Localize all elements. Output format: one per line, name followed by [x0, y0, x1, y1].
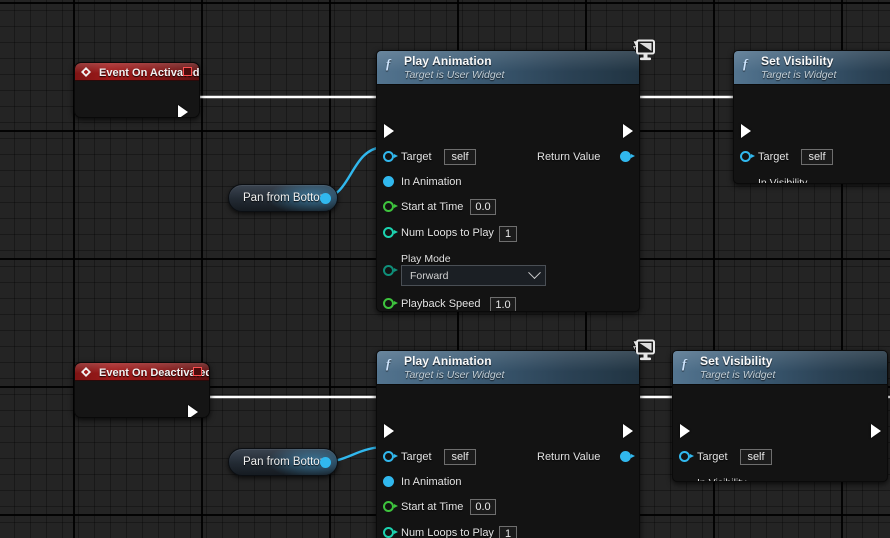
start-at-time-value-field[interactable]: 0.0	[470, 199, 496, 215]
function-node-subtitle: Target is Widget	[761, 69, 837, 81]
num-loops-to-play-pin[interactable]	[383, 227, 398, 238]
function-node-header: f Set Visibility Target is Widget	[673, 351, 887, 385]
target-pin-label: Target	[401, 151, 432, 163]
variable-node-label: Pan from Bottom	[243, 192, 330, 204]
exec-out-pin[interactable]	[178, 105, 188, 117]
target-pin-label: Target	[758, 151, 789, 163]
node-play-animation-bottom[interactable]: f Play Animation Target is User Widget T…	[376, 350, 640, 538]
target-pin[interactable]	[740, 151, 755, 162]
function-f-icon: f	[386, 56, 391, 71]
event-node-header: Event On Deactivated	[75, 363, 209, 381]
node-event-on-deactivated[interactable]: Event On Deactivated	[74, 362, 210, 418]
delegate-badge-icon[interactable]	[183, 67, 192, 76]
return-value-pin[interactable]	[620, 151, 635, 162]
function-node-subtitle: Target is Widget	[700, 369, 776, 381]
num-loops-to-play-value-field[interactable]: 1	[499, 526, 517, 538]
playback-speed-value-field[interactable]: 1.0	[490, 297, 516, 311]
function-node-title: Play Animation	[404, 354, 492, 368]
function-f-icon: f	[386, 356, 391, 371]
target-pin-label: Target	[697, 451, 728, 463]
node-pan-from-bottom-bottom[interactable]: Pan from Bottom	[228, 448, 338, 476]
chevron-down-icon	[528, 266, 541, 280]
event-node-body	[75, 81, 199, 117]
exec-in-pin[interactable]	[384, 424, 394, 438]
event-diamond-icon	[81, 67, 91, 77]
return-value-pin[interactable]	[620, 451, 635, 462]
num-loops-to-play-pin-label: Num Loops to Play	[401, 527, 494, 538]
exec-out-pin[interactable]	[623, 124, 633, 138]
event-diamond-icon	[81, 367, 91, 377]
play-mode-pin[interactable]	[383, 265, 398, 276]
in-visibility-label: In Visibility	[758, 177, 808, 184]
delegate-badge-icon[interactable]	[193, 367, 202, 376]
target-value-field[interactable]: self	[801, 149, 833, 165]
function-f-icon: f	[682, 356, 687, 371]
function-node-body: Target self Return Value In Animation St…	[377, 85, 639, 311]
target-value-field[interactable]: self	[444, 449, 476, 465]
in-animation-pin[interactable]	[383, 476, 394, 487]
target-value-field[interactable]: self	[444, 149, 476, 165]
exec-in-pin[interactable]	[680, 424, 690, 438]
function-node-title: Set Visibility	[761, 54, 834, 68]
exec-in-pin[interactable]	[384, 124, 394, 138]
node-play-animation-top[interactable]: f Play Animation Target is User Widget T…	[376, 50, 640, 312]
start-at-time-pin-label: Start at Time	[401, 501, 464, 513]
exec-out-pin[interactable]	[188, 405, 198, 417]
in-animation-pin-label: In Animation	[401, 176, 462, 188]
node-set-visibility-bottom[interactable]: f Set Visibility Target is Widget Target…	[672, 350, 888, 482]
target-pin-label: Target	[401, 451, 432, 463]
variable-output-pin[interactable]	[320, 457, 331, 468]
function-node-body: Target self In Visibility Not Hit-Testab…	[673, 385, 887, 481]
target-pin[interactable]	[383, 451, 398, 462]
num-loops-to-play-pin[interactable]	[383, 527, 398, 538]
client-monitor-icon	[631, 39, 655, 61]
play-mode-dropdown-value: Forward	[410, 269, 449, 282]
return-value-pin-label: Return Value	[537, 451, 601, 463]
start-at-time-pin[interactable]	[383, 201, 398, 212]
blueprint-graph-canvas[interactable]: Event On Activated Event On Deactivated …	[0, 0, 890, 538]
function-node-subtitle: Target is User Widget	[404, 69, 505, 81]
function-node-title: Play Animation	[404, 54, 492, 68]
in-visibility-label: In Visibility	[697, 477, 746, 481]
function-node-header: f Set Visibility Target is Widget	[734, 51, 890, 85]
target-pin[interactable]	[679, 451, 694, 462]
variable-node-label: Pan from Bottom	[243, 456, 330, 468]
function-node-body: Target self In Visibility Visible	[734, 85, 890, 184]
start-at-time-pin[interactable]	[383, 501, 398, 512]
start-at-time-pin-label: Start at Time	[401, 201, 464, 213]
client-monitor-icon	[631, 339, 655, 361]
return-value-pin-label: Return Value	[537, 151, 601, 163]
playback-speed-pin-label: Playback Speed	[401, 298, 481, 310]
play-mode-dropdown[interactable]: Forward	[401, 265, 546, 286]
target-value-field[interactable]: self	[740, 449, 772, 465]
event-node-header: Event On Activated	[75, 63, 199, 81]
event-node-body	[75, 381, 209, 417]
function-node-header: f Play Animation Target is User Widget	[377, 51, 639, 85]
num-loops-to-play-pin-label: Num Loops to Play	[401, 227, 494, 239]
exec-out-pin[interactable]	[623, 424, 633, 438]
node-pan-from-bottom-top[interactable]: Pan from Bottom	[228, 184, 338, 212]
variable-output-pin[interactable]	[320, 193, 331, 204]
start-at-time-value-field[interactable]: 0.0	[470, 499, 496, 515]
exec-in-pin[interactable]	[741, 124, 751, 138]
function-node-subtitle: Target is User Widget	[404, 369, 505, 381]
target-pin[interactable]	[383, 151, 398, 162]
node-set-visibility-top[interactable]: f Set Visibility Target is Widget Target…	[733, 50, 890, 184]
function-node-title: Set Visibility	[700, 354, 773, 368]
in-animation-pin[interactable]	[383, 176, 394, 187]
play-mode-label: Play Mode	[401, 253, 451, 265]
function-node-header: f Play Animation Target is User Widget	[377, 351, 639, 385]
function-node-body: Target self Return Value In Animation St…	[377, 385, 639, 538]
node-event-on-activated[interactable]: Event On Activated	[74, 62, 200, 118]
in-animation-pin-label: In Animation	[401, 476, 462, 488]
exec-out-pin[interactable]	[871, 424, 881, 438]
playback-speed-pin[interactable]	[383, 298, 398, 309]
function-f-icon: f	[743, 56, 748, 71]
num-loops-to-play-value-field[interactable]: 1	[499, 226, 517, 242]
